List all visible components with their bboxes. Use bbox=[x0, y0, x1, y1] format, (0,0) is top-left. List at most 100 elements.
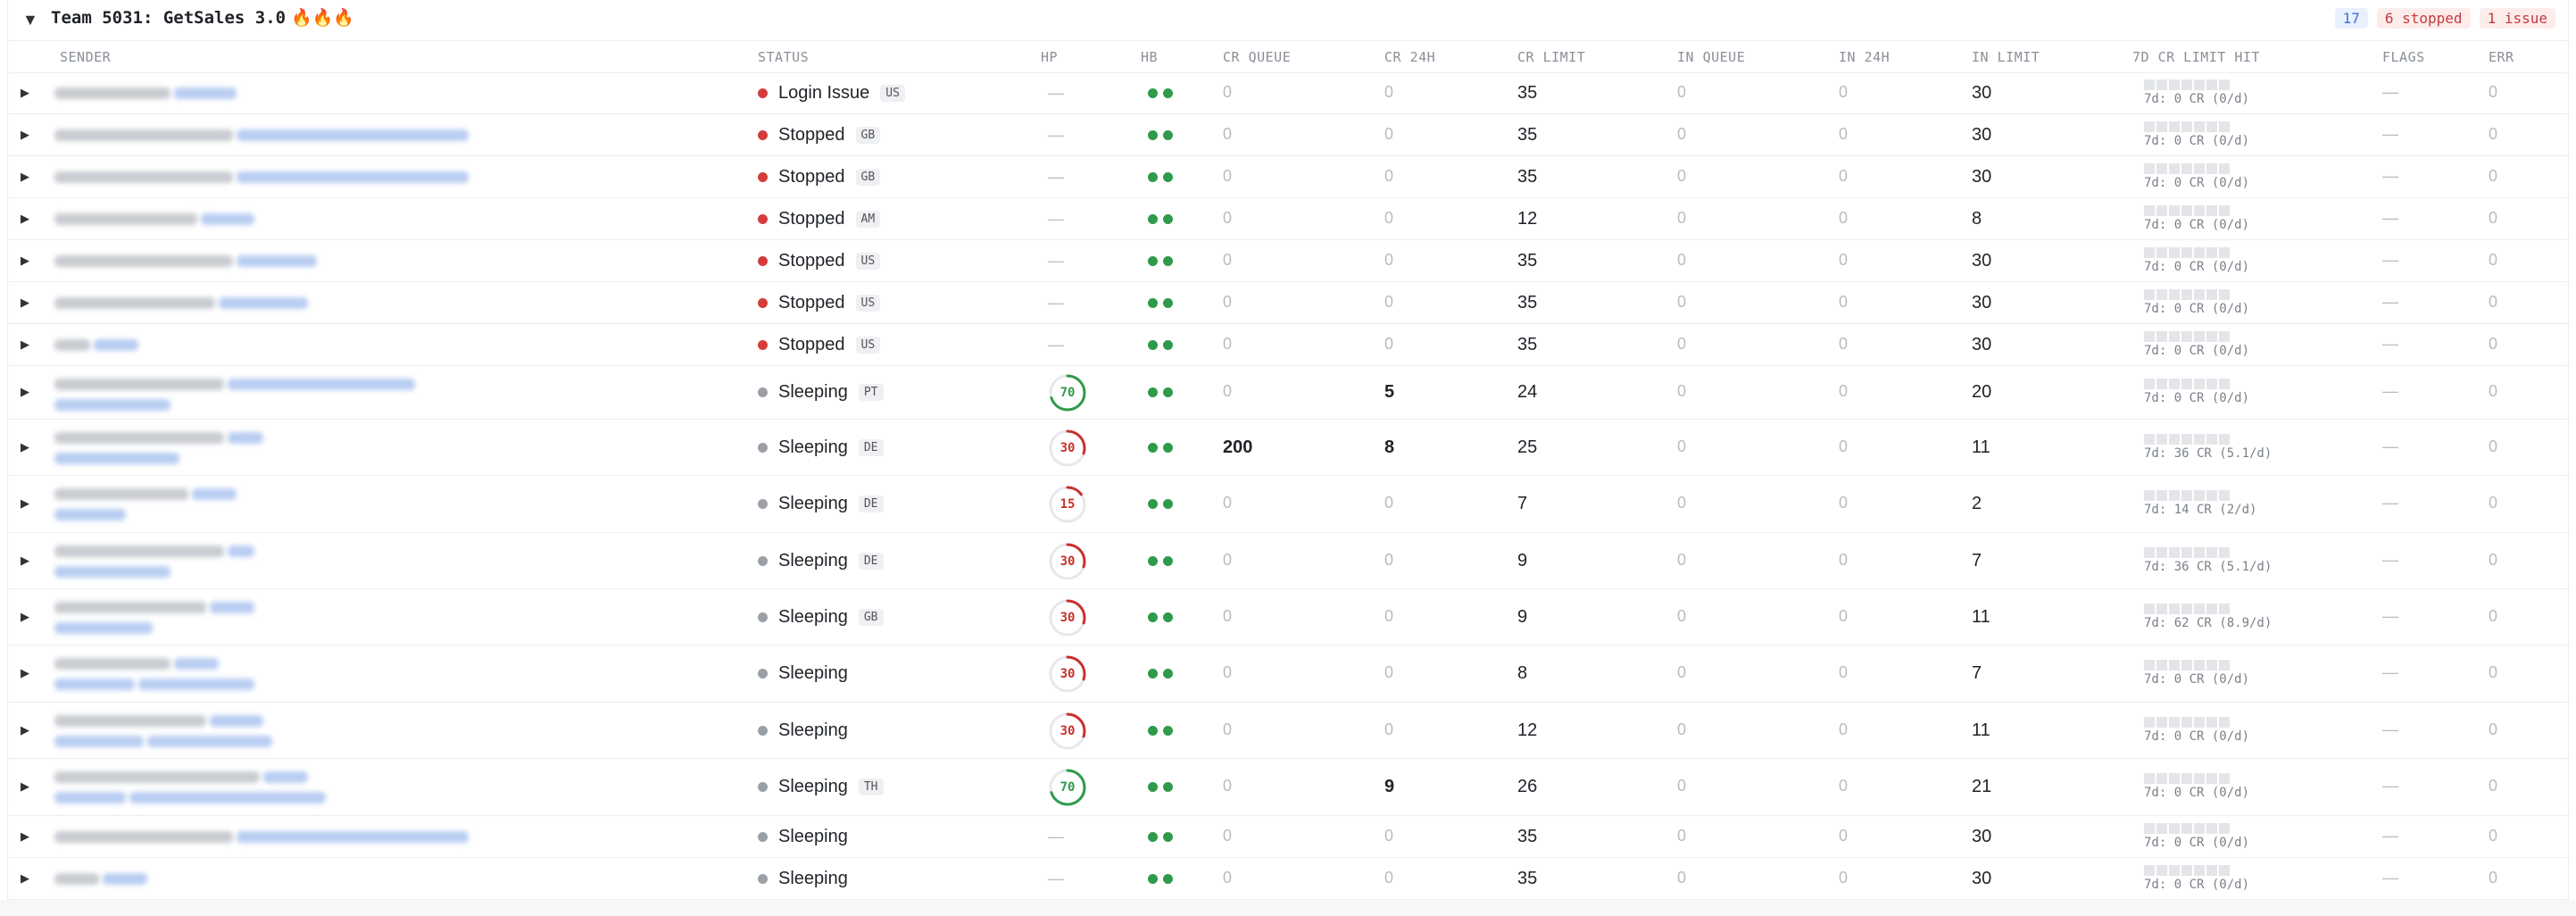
sender-name[interactable] bbox=[54, 872, 147, 885]
sender-link-blurred[interactable] bbox=[237, 254, 317, 267]
sender-name[interactable] bbox=[54, 254, 317, 267]
col-flags[interactable]: FLAGS bbox=[2382, 49, 2425, 65]
expand-row-icon[interactable]: ▶ bbox=[21, 440, 29, 454]
sender-link-blurred[interactable] bbox=[237, 830, 469, 843]
sender-link-blurred[interactable] bbox=[263, 771, 308, 783]
table-row[interactable]: ▶ Stopped US — 0 0 35 0 0 30 — 0 7d: 0 CR (0/d) bbox=[8, 282, 2570, 324]
expand-row-icon[interactable]: ▶ bbox=[21, 496, 29, 511]
sender-link-blurred[interactable] bbox=[94, 338, 138, 351]
sender-account-link-blurred[interactable] bbox=[54, 566, 170, 578]
sender-name[interactable] bbox=[54, 129, 469, 141]
sender-account-link-blurred[interactable] bbox=[54, 679, 135, 690]
col-in-limit[interactable]: IN LIMIT bbox=[1972, 49, 2040, 65]
sender-name[interactable] bbox=[54, 658, 254, 690]
expand-row-icon[interactable]: ▶ bbox=[21, 554, 29, 568]
table-row[interactable]: ▶ Stopped US — 0 0 35 0 0 30 — 0 7d: 0 CR (0/d) bbox=[8, 240, 2570, 282]
hit-day-square bbox=[2144, 204, 2155, 216]
sender-link-blurred[interactable] bbox=[103, 872, 147, 885]
sender-name[interactable] bbox=[54, 87, 237, 99]
expand-row-icon[interactable]: ▶ bbox=[21, 337, 29, 352]
sender-link-blurred[interactable] bbox=[228, 379, 415, 390]
expand-row-icon[interactable]: ▶ bbox=[21, 666, 29, 680]
sender-account-link-blurred[interactable] bbox=[54, 792, 126, 804]
sender-name[interactable] bbox=[54, 488, 237, 520]
col-cr-24h[interactable]: CR 24H bbox=[1384, 49, 1435, 65]
group-header[interactable]: ▼ Team 5031: GetSales 3.0 🔥🔥🔥 17 6 stoppe… bbox=[8, 0, 2570, 41]
col-status[interactable]: STATUS bbox=[758, 49, 809, 65]
table-row[interactable]: ▶ Stopped GB — 0 0 35 0 0 30 — 0 7d: 0 CR (0/d) bbox=[8, 114, 2570, 156]
table-row[interactable]: ▶ Sleeping GB 30 0 0 9 0 0 11 — 0 7d: 62 CR (8.9/d) bbox=[8, 589, 2570, 645]
sender-account-link-blurred[interactable] bbox=[54, 509, 126, 520]
sender-link-blurred[interactable] bbox=[228, 432, 263, 444]
sender-link-blurred[interactable] bbox=[210, 715, 263, 727]
expand-row-icon[interactable]: ▶ bbox=[21, 779, 29, 794]
sender-link-blurred[interactable] bbox=[174, 658, 219, 670]
table-row[interactable]: ▶ Sleeping DE 30 0 0 9 0 0 7 — 0 7d: 36 CR (5.1/d) bbox=[8, 533, 2570, 589]
cell-cr-queue: 0 bbox=[1223, 606, 1233, 625]
sender-name[interactable] bbox=[54, 296, 308, 309]
hp-gauge: 30 bbox=[1048, 542, 1087, 581]
table-row[interactable]: ▶ Stopped AM — 0 0 12 0 0 8 — 0 7d: 0 CR (0/d) bbox=[8, 198, 2570, 240]
sender-profile-link-blurred[interactable] bbox=[138, 679, 254, 690]
table-row[interactable]: ▶ Sleeping TH 70 0 9 26 0 0 21 — 0 7d: 0 CR (0/d) bbox=[8, 759, 2570, 816]
sender-name[interactable] bbox=[54, 432, 263, 464]
col-cr-queue[interactable]: CR QUEUE bbox=[1223, 49, 1291, 65]
expand-row-icon[interactable]: ▶ bbox=[21, 723, 29, 737]
sender-link-blurred[interactable] bbox=[201, 212, 254, 225]
table-row[interactable]: ▶ Sleeping PT 70 0 5 24 0 0 20 — 0 7d: 0 CR (0/d) bbox=[8, 366, 2570, 420]
expand-row-icon[interactable]: ▶ bbox=[21, 212, 29, 226]
expand-row-icon[interactable]: ▶ bbox=[21, 254, 29, 268]
expand-row-icon[interactable]: ▶ bbox=[21, 296, 29, 310]
col-cr-limit[interactable]: CR LIMIT bbox=[1517, 49, 1585, 65]
table-row[interactable]: ▶ Sleeping 30 0 0 12 0 0 11 — 0 7d: 0 CR (0/d) bbox=[8, 703, 2570, 759]
sender-link-blurred[interactable] bbox=[237, 171, 469, 183]
sender-profile-link-blurred[interactable] bbox=[129, 792, 326, 804]
col-in-24h[interactable]: IN 24H bbox=[1839, 49, 1890, 65]
table-row[interactable]: ▶ Sleeping DE 30 200 8 25 0 0 11 — 0 7d: 36 CR (5.1/… bbox=[8, 420, 2570, 476]
table-row[interactable]: ▶ Sleeping 30 0 0 8 0 0 7 — 0 7d: 0 CR (0/d) bbox=[8, 645, 2570, 703]
col-hp[interactable]: HP bbox=[1041, 49, 1058, 65]
expand-row-icon[interactable]: ▶ bbox=[21, 385, 29, 399]
sender-account-link-blurred[interactable] bbox=[54, 399, 170, 411]
sender-name-blurred bbox=[54, 171, 233, 183]
sender-account-link-blurred[interactable] bbox=[54, 453, 179, 464]
expand-row-icon[interactable]: ▶ bbox=[21, 128, 29, 142]
table-row[interactable]: ▶ Sleeping — 0 0 35 0 0 30 — 0 7d: 0 CR (0/d) bbox=[8, 816, 2570, 858]
expand-row-icon[interactable]: ▶ bbox=[21, 170, 29, 184]
cell-in-queue: 0 bbox=[1677, 868, 1687, 887]
expand-row-icon[interactable]: ▶ bbox=[21, 871, 29, 886]
col-in-queue[interactable]: IN QUEUE bbox=[1677, 49, 1745, 65]
table-row[interactable]: ▶ Login Issue US — 0 0 35 0 0 30 — 0 7d: 0 CR (0/d) bbox=[8, 73, 2570, 114]
col-sender[interactable]: SENDER bbox=[60, 49, 111, 65]
expand-row-icon[interactable]: ▶ bbox=[21, 610, 29, 624]
sender-name[interactable] bbox=[54, 171, 469, 183]
heartbeat-dots bbox=[1148, 782, 1173, 792]
sender-link-blurred[interactable] bbox=[228, 545, 254, 557]
sender-name[interactable] bbox=[54, 212, 254, 225]
table-row[interactable]: ▶ Stopped GB — 0 0 35 0 0 30 — 0 7d: 0 CR (0/d) bbox=[8, 156, 2570, 198]
table-row[interactable]: ▶ Sleeping DE 15 0 0 7 0 0 2 — 0 7d: 14 CR (2/d) bbox=[8, 476, 2570, 533]
sender-name[interactable] bbox=[54, 771, 326, 804]
sender-account-link-blurred[interactable] bbox=[54, 736, 144, 747]
table-row[interactable]: ▶ Sleeping — 0 0 35 0 0 30 — 0 7d: 0 CR (0/d) bbox=[8, 858, 2570, 900]
sender-link-blurred[interactable] bbox=[219, 296, 308, 309]
sender-name[interactable] bbox=[54, 545, 254, 578]
col-hb[interactable]: HB bbox=[1141, 49, 1158, 65]
collapse-caret-icon[interactable]: ▼ bbox=[22, 11, 38, 29]
sender-name[interactable] bbox=[54, 338, 138, 351]
col-7d-cr-limit-hit[interactable]: 7D CR LIMIT HIT bbox=[2132, 49, 2260, 65]
sender-profile-link-blurred[interactable] bbox=[147, 736, 272, 747]
sender-link-blurred[interactable] bbox=[237, 129, 469, 141]
sender-name[interactable] bbox=[54, 602, 254, 634]
expand-row-icon[interactable]: ▶ bbox=[21, 829, 29, 844]
sender-link-blurred[interactable] bbox=[210, 602, 254, 613]
sender-name[interactable] bbox=[54, 715, 272, 747]
sender-name[interactable] bbox=[54, 379, 415, 411]
col-err[interactable]: ERR bbox=[2489, 49, 2514, 65]
sender-account-link-blurred[interactable] bbox=[54, 622, 153, 634]
sender-name[interactable] bbox=[54, 830, 469, 843]
sender-link-blurred[interactable] bbox=[174, 87, 237, 99]
sender-link-blurred[interactable] bbox=[192, 488, 237, 500]
table-row[interactable]: ▶ Stopped US — 0 0 35 0 0 30 — 0 7d: 0 CR (0/d) bbox=[8, 324, 2570, 366]
expand-row-icon[interactable]: ▶ bbox=[21, 86, 29, 100]
